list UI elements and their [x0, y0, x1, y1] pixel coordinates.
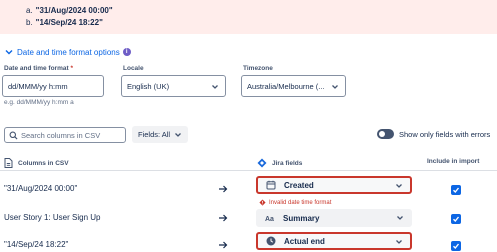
chevron-down-icon — [397, 216, 403, 220]
toggle-label: Show only fields with errors — [399, 129, 491, 139]
check-icon — [453, 243, 460, 250]
required-mark: * — [70, 65, 73, 72]
validation-error: Invalid date time format — [259, 199, 331, 206]
chevron-down-icon — [175, 132, 182, 137]
csv-cell: "14/Sep/24 18:22" — [4, 240, 69, 249]
locale-label: Locale — [123, 65, 144, 72]
jira-field-label: Actual end — [284, 236, 325, 246]
text-icon: Aa — [265, 213, 275, 223]
error-banner: a. "31/Aug/2024 00:00" b. "14/Sep/24 18:22… — [0, 0, 497, 34]
arrow-right-icon — [219, 241, 228, 249]
calendar-icon — [266, 180, 276, 190]
csv-header-label: Columns in CSV — [18, 159, 69, 167]
clock-icon — [266, 236, 276, 246]
chevron-down-icon — [396, 184, 402, 188]
jira-header-label: Jira fields — [272, 159, 303, 167]
search-icon — [9, 131, 18, 140]
toggle-knob — [379, 131, 385, 137]
validation-error-text: Invalid date time format — [269, 199, 332, 206]
jira-field-select[interactable]: Created — [256, 176, 412, 194]
check-icon — [453, 216, 460, 223]
warning-icon — [259, 199, 266, 206]
fields-filter-label: Fields: All — [138, 130, 171, 139]
svg-text:Aa: Aa — [265, 216, 274, 223]
date-format-helper: e.g. dd/MMM/yy h:mm a — [4, 99, 74, 106]
jira-field-select[interactable]: Aa Summary — [256, 209, 412, 227]
locale-value: English (UK) — [127, 81, 170, 91]
banner-item-prefix: b. — [26, 18, 33, 27]
search-input[interactable] — [21, 130, 121, 140]
banner-item: b. "14/Sep/24 18:22" — [26, 18, 103, 27]
date-time-options-toggle[interactable]: Date and time format options i — [4, 47, 131, 57]
timezone-value: Australia/Melbourne (... — [247, 81, 325, 91]
timezone-select[interactable]: Australia/Melbourne (... — [241, 75, 346, 97]
jira-field-label: Created — [284, 180, 314, 190]
banner-item-text: "31/Aug/2024 00:00" — [35, 6, 113, 15]
date-format-value: dd/MMM/yy h:mm — [8, 81, 68, 91]
errors-only-toggle[interactable]: Show only fields with errors — [377, 129, 490, 139]
timezone-label: Timezone — [243, 65, 273, 72]
chevron-down-icon — [5, 50, 13, 55]
banner-item-prefix: a. — [26, 6, 33, 15]
date-format-input[interactable]: dd/MMM/yy h:mm — [2, 75, 104, 97]
csv-column-header: Columns in CSV — [4, 158, 69, 168]
file-icon — [4, 158, 13, 168]
arrow-right-icon — [219, 214, 228, 222]
table-divider — [0, 170, 497, 171]
jira-field-label: Summary — [283, 213, 320, 223]
arrow-right-icon — [219, 185, 228, 193]
jira-field-select[interactable]: Actual end — [256, 232, 412, 250]
include-checkbox[interactable] — [451, 185, 461, 195]
include-checkbox[interactable] — [451, 241, 461, 251]
chevron-down-icon — [332, 85, 338, 89]
jira-column-header: Jira fields — [257, 158, 302, 168]
search-columns[interactable] — [4, 127, 126, 143]
include-checkbox[interactable] — [451, 214, 461, 224]
section-toggle-label: Date and time format options — [17, 47, 120, 57]
date-format-label-text: Date and time format — [4, 65, 69, 72]
banner-item-text: "14/Sep/24 18:22" — [35, 18, 103, 27]
include-column-header: Include in import — [427, 158, 480, 165]
chevron-down-icon — [396, 240, 402, 244]
date-format-label: Date and time format * — [4, 65, 73, 72]
fields-filter-button[interactable]: Fields: All — [132, 126, 189, 143]
toggle-switch[interactable] — [377, 129, 394, 139]
locale-select[interactable]: English (UK) — [121, 75, 226, 97]
info-icon[interactable]: i — [122, 48, 131, 56]
chevron-down-icon — [212, 85, 218, 89]
csv-cell: User Story 1: User Sign Up — [4, 213, 101, 222]
jira-logo-icon — [257, 158, 267, 168]
csv-cell: "31/Aug/2024 00:00" — [4, 184, 78, 193]
check-icon — [453, 187, 460, 194]
banner-item: a. "31/Aug/2024 00:00" — [26, 6, 113, 15]
